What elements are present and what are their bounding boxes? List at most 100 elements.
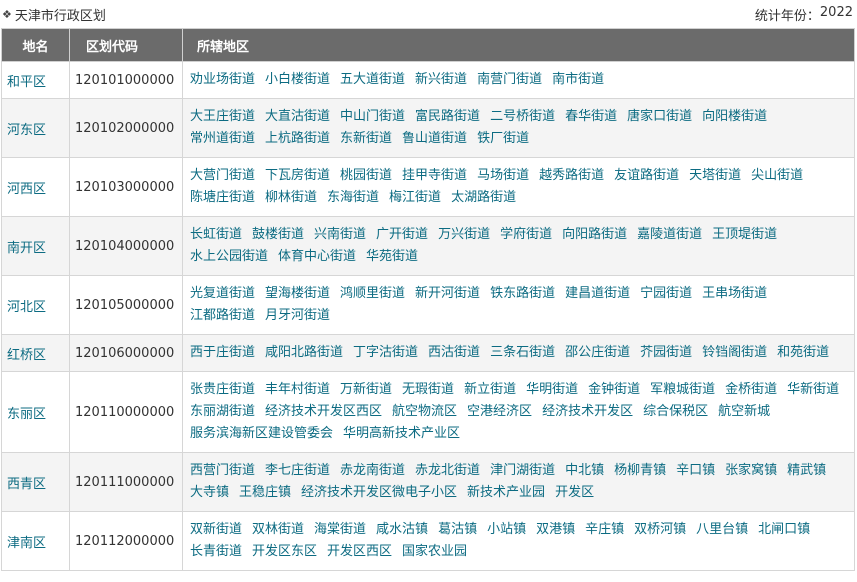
subdivision-link[interactable]: 建昌道街道 [565, 283, 630, 305]
subdivision-link[interactable]: 开发区东区 [252, 541, 317, 563]
subdivision-link[interactable]: 江都路街道 [190, 305, 255, 327]
subdivision-link[interactable]: 挂甲寺街道 [402, 165, 467, 187]
subdivision-link[interactable]: 南市街道 [552, 69, 604, 91]
subdivision-link[interactable]: 王顶堤街道 [712, 224, 777, 246]
subdivision-link[interactable]: 中山门街道 [340, 106, 405, 128]
district-name-link[interactable]: 津南区 [1, 511, 70, 571]
subdivision-link[interactable]: 柳林街道 [265, 187, 317, 209]
subdivision-link[interactable]: 唐家口街道 [627, 106, 692, 128]
district-name-link[interactable]: 红桥区 [1, 334, 70, 372]
subdivision-link[interactable]: 鼓楼街道 [252, 224, 304, 246]
subdivision-link[interactable]: 综合保税区 [643, 401, 708, 423]
subdivision-link[interactable]: 双桥河镇 [634, 519, 686, 541]
subdivision-link[interactable]: 和苑街道 [777, 342, 829, 364]
subdivision-link[interactable]: 华明街道 [526, 379, 578, 401]
subdivision-link[interactable]: 南营门街道 [477, 69, 542, 91]
subdivision-link[interactable]: 太湖路街道 [451, 187, 516, 209]
subdivision-link[interactable]: 东新街道 [340, 128, 392, 150]
subdivision-link[interactable]: 马场街道 [477, 165, 529, 187]
subdivision-link[interactable]: 梅江街道 [389, 187, 441, 209]
subdivision-link[interactable]: 体育中心街道 [278, 246, 356, 268]
subdivision-link[interactable]: 上杭路街道 [265, 128, 330, 150]
subdivision-link[interactable]: 天塔街道 [689, 165, 741, 187]
subdivision-link[interactable]: 双林街道 [252, 519, 304, 541]
subdivision-link[interactable]: 丰年村街道 [265, 379, 330, 401]
subdivision-link[interactable]: 尖山街道 [751, 165, 803, 187]
subdivision-link[interactable]: 张贵庄街道 [190, 379, 255, 401]
subdivision-link[interactable]: 长青街道 [190, 541, 242, 563]
subdivision-link[interactable]: 五大道街道 [340, 69, 405, 91]
subdivision-link[interactable]: 华苑街道 [366, 246, 418, 268]
subdivision-link[interactable]: 航空物流区 [392, 401, 457, 423]
subdivision-link[interactable]: 丁字沽街道 [353, 342, 418, 364]
subdivision-link[interactable]: 常州道街道 [190, 128, 255, 150]
subdivision-link[interactable]: 新技术产业园 [467, 482, 545, 504]
subdivision-link[interactable]: 西沽街道 [428, 342, 480, 364]
subdivision-link[interactable]: 北闸口镇 [758, 519, 810, 541]
subdivision-link[interactable]: 兴南街道 [314, 224, 366, 246]
subdivision-link[interactable]: 铃铛阁街道 [702, 342, 767, 364]
district-name-link[interactable]: 南开区 [1, 216, 70, 276]
subdivision-link[interactable]: 友谊路街道 [614, 165, 679, 187]
subdivision-link[interactable]: 大王庄街道 [190, 106, 255, 128]
subdivision-link[interactable]: 越秀路街道 [539, 165, 604, 187]
subdivision-link[interactable]: 华明高新技术产业区 [343, 423, 460, 445]
subdivision-link[interactable]: 辛庄镇 [585, 519, 624, 541]
subdivision-link[interactable]: 桃园街道 [340, 165, 392, 187]
subdivision-link[interactable]: 芥园街道 [640, 342, 692, 364]
district-name-link[interactable]: 和平区 [1, 61, 70, 99]
subdivision-link[interactable]: 西营门街道 [190, 460, 255, 482]
subdivision-link[interactable]: 新兴街道 [415, 69, 467, 91]
subdivision-link[interactable]: 万兴街道 [438, 224, 490, 246]
subdivision-link[interactable]: 铁厂街道 [477, 128, 529, 150]
subdivision-link[interactable]: 望海楼街道 [265, 283, 330, 305]
subdivision-link[interactable]: 东海街道 [327, 187, 379, 209]
subdivision-link[interactable]: 大寺镇 [190, 482, 229, 504]
subdivision-link[interactable]: 开发区 [555, 482, 594, 504]
district-name-link[interactable]: 河东区 [1, 98, 70, 158]
subdivision-link[interactable]: 嘉陵道街道 [637, 224, 702, 246]
subdivision-link[interactable]: 三条石街道 [490, 342, 555, 364]
subdivision-link[interactable]: 二号桥街道 [490, 106, 555, 128]
subdivision-link[interactable]: 王串场街道 [702, 283, 767, 305]
subdivision-link[interactable]: 邵公庄街道 [565, 342, 630, 364]
subdivision-link[interactable]: 王稳庄镇 [239, 482, 291, 504]
subdivision-link[interactable]: 新开河街道 [415, 283, 480, 305]
subdivision-link[interactable]: 春华街道 [565, 106, 617, 128]
subdivision-link[interactable]: 张家窝镇 [725, 460, 777, 482]
subdivision-link[interactable]: 铁东路街道 [490, 283, 555, 305]
subdivision-link[interactable]: 金钟街道 [588, 379, 640, 401]
subdivision-link[interactable]: 空港经济区 [467, 401, 532, 423]
subdivision-link[interactable]: 陈塘庄街道 [190, 187, 255, 209]
subdivision-link[interactable]: 国家农业园 [402, 541, 467, 563]
subdivision-link[interactable]: 水上公园街道 [190, 246, 268, 268]
subdivision-link[interactable]: 金桥街道 [725, 379, 777, 401]
subdivision-link[interactable]: 下瓦房街道 [265, 165, 330, 187]
subdivision-link[interactable]: 辛口镇 [676, 460, 715, 482]
subdivision-link[interactable]: 赤龙南街道 [340, 460, 405, 482]
district-name-link[interactable]: 东丽区 [1, 371, 70, 453]
subdivision-link[interactable]: 万新街道 [340, 379, 392, 401]
district-name-link[interactable]: 西青区 [1, 452, 70, 512]
subdivision-link[interactable]: 经济技术开发区西区 [265, 401, 382, 423]
subdivision-link[interactable]: 西于庄街道 [190, 342, 255, 364]
district-name-link[interactable]: 河西区 [1, 157, 70, 217]
subdivision-link[interactable]: 光复道街道 [190, 283, 255, 305]
subdivision-link[interactable]: 大直沽街道 [265, 106, 330, 128]
subdivision-link[interactable]: 华新街道 [787, 379, 839, 401]
subdivision-link[interactable]: 李七庄街道 [265, 460, 330, 482]
subdivision-link[interactable]: 月牙河街道 [265, 305, 330, 327]
subdivision-link[interactable]: 东丽湖街道 [190, 401, 255, 423]
subdivision-link[interactable]: 新立街道 [464, 379, 516, 401]
subdivision-link[interactable]: 海棠街道 [314, 519, 366, 541]
subdivision-link[interactable]: 学府街道 [500, 224, 552, 246]
subdivision-link[interactable]: 宁园街道 [640, 283, 692, 305]
subdivision-link[interactable]: 八里台镇 [696, 519, 748, 541]
subdivision-link[interactable]: 向阳路街道 [562, 224, 627, 246]
subdivision-link[interactable]: 杨柳青镇 [614, 460, 666, 482]
subdivision-link[interactable]: 服务滨海新区建设管委会 [190, 423, 333, 445]
subdivision-link[interactable]: 经济技术开发区微电子小区 [301, 482, 457, 504]
district-name-link[interactable]: 河北区 [1, 275, 70, 335]
subdivision-link[interactable]: 鲁山道街道 [402, 128, 467, 150]
subdivision-link[interactable]: 无瑕街道 [402, 379, 454, 401]
